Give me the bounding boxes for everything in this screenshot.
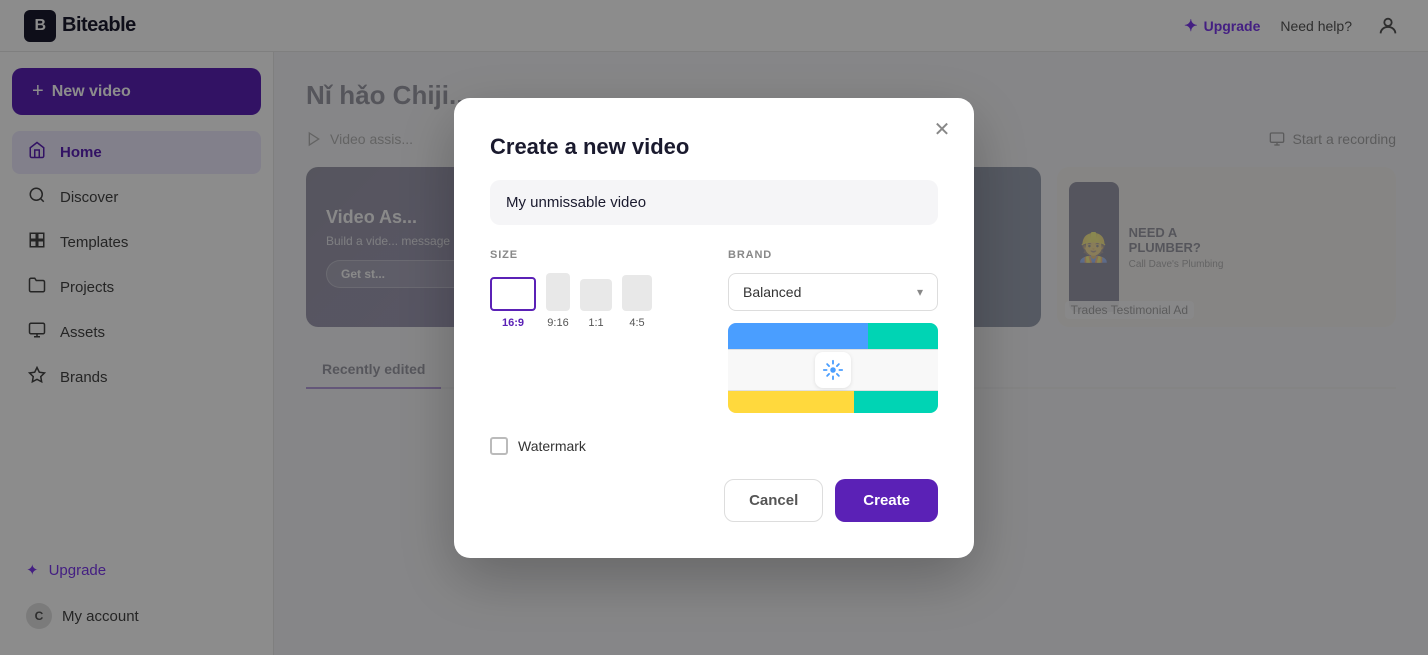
create-button[interactable]: Create — [835, 479, 938, 522]
brand-logo-icon — [822, 359, 844, 381]
brand-preview-top — [728, 323, 938, 349]
modal-close-button[interactable]: ✕ — [926, 114, 958, 146]
video-title-input[interactable] — [490, 180, 938, 225]
size-box-9-16 — [546, 273, 570, 311]
create-video-modal: ✕ Create a new video SIZE 16:9 9:16 — [454, 98, 974, 558]
watermark-checkbox[interactable] — [490, 437, 508, 455]
chevron-down-icon: ▾ — [917, 285, 923, 299]
brand-preview — [728, 323, 938, 413]
size-option-16-9[interactable]: 16:9 — [490, 277, 536, 329]
modal-title: Create a new video — [490, 134, 938, 160]
modal-footer: Cancel Create — [490, 479, 938, 522]
brand-color-blue — [728, 323, 868, 349]
brand-section-label: BRAND — [728, 249, 938, 261]
size-box-1-1 — [580, 279, 612, 311]
brand-select[interactable]: Balanced ▾ — [728, 273, 938, 311]
cancel-button[interactable]: Cancel — [724, 479, 823, 522]
modal-options-row: SIZE 16:9 9:16 1:1 — [490, 249, 938, 413]
brand-color-yellow — [728, 391, 854, 413]
brand-value: Balanced — [743, 284, 801, 300]
size-label-16-9: 16:9 — [502, 317, 524, 329]
close-icon: ✕ — [934, 117, 951, 142]
size-section: SIZE 16:9 9:16 1:1 — [490, 249, 700, 413]
size-section-label: SIZE — [490, 249, 700, 261]
brand-color-teal — [868, 323, 938, 349]
size-box-16-9 — [490, 277, 536, 311]
size-label-9-16: 9:16 — [547, 317, 568, 329]
size-option-9-16[interactable]: 9:16 — [546, 273, 570, 329]
size-label-1-1: 1:1 — [588, 317, 603, 329]
size-option-1-1[interactable]: 1:1 — [580, 279, 612, 329]
modal-overlay[interactable]: ✕ Create a new video SIZE 16:9 9:16 — [0, 0, 1428, 655]
brand-preview-bottom — [728, 391, 938, 413]
brand-logo-box — [815, 352, 851, 388]
size-options: 16:9 9:16 1:1 4:5 — [490, 273, 700, 329]
brand-section: BRAND Balanced ▾ — [728, 249, 938, 413]
brand-preview-mid — [728, 349, 938, 391]
size-box-4-5 — [622, 275, 652, 311]
size-option-4-5[interactable]: 4:5 — [622, 275, 652, 329]
brand-color-teal2 — [854, 391, 938, 413]
watermark-label: Watermark — [518, 438, 586, 454]
watermark-row: Watermark — [490, 437, 938, 455]
size-label-4-5: 4:5 — [629, 317, 644, 329]
